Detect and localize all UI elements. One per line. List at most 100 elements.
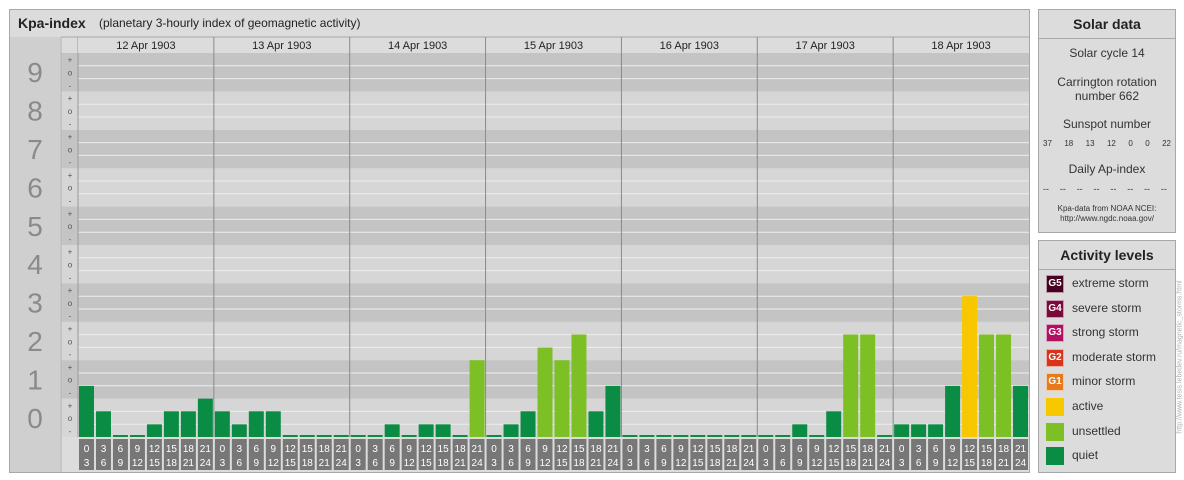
interval-end-label: 21: [862, 458, 874, 469]
kp-bar: [979, 334, 995, 437]
interval-start-label: 15: [166, 444, 178, 455]
interval-end-label: 24: [1015, 458, 1027, 469]
interval-start-label: 12: [285, 444, 297, 455]
interval-start-label: 18: [726, 444, 738, 455]
interval-start-label: 9: [814, 444, 820, 455]
kp-bar: [79, 385, 94, 437]
legend-swatch: G3: [1046, 324, 1064, 343]
interval-start-label: 3: [101, 444, 107, 455]
kp-bar: [418, 424, 434, 437]
kp-bar: [384, 424, 400, 437]
kp-bar: [639, 435, 655, 437]
minor-tick-label: +: [68, 171, 73, 180]
kp-bar: [435, 424, 451, 437]
interval-start-label: 3: [916, 444, 922, 455]
minor-tick-label: o: [68, 68, 73, 77]
kp-bar: [248, 411, 264, 437]
kp-bar: [928, 424, 944, 437]
interval-end-label: 21: [590, 458, 602, 469]
interval-end-label: 12: [947, 458, 959, 469]
ap-value: --: [1160, 184, 1167, 194]
ap-title: Daily Ap-index: [1068, 162, 1146, 176]
minor-tick-label: o: [68, 107, 73, 116]
interval-end-label: 24: [743, 458, 755, 469]
kp-bar: [843, 334, 859, 437]
interval-start-label: 21: [879, 444, 891, 455]
interval-start-label: 12: [692, 444, 704, 455]
kp-bar: [571, 334, 587, 437]
interval-end-label: 21: [319, 458, 331, 469]
interval-start-label: 18: [183, 444, 195, 455]
minor-tick-label: o: [68, 145, 73, 154]
level-band: [61, 91, 1029, 130]
interval-start-label: 9: [950, 444, 956, 455]
legend-label: active: [1072, 399, 1104, 413]
kp-bar: [112, 435, 128, 437]
legend-label: severe storm: [1072, 300, 1142, 315]
kp-bar: [605, 385, 621, 437]
legend-item-severe-storm: G4 severe storm: [1046, 299, 1174, 318]
minor-tick-label: +: [68, 324, 73, 333]
interval-end-label: 15: [556, 458, 568, 469]
day-label: 13 Apr 1903: [252, 40, 311, 52]
interval-end-label: 9: [525, 458, 531, 469]
sunspot-value: 22: [1162, 139, 1171, 148]
interval-end-label: 24: [336, 458, 348, 469]
interval-end-label: 24: [879, 458, 891, 469]
kp-bar: [503, 424, 519, 437]
interval-end-label: 21: [183, 458, 195, 469]
day-label: 16 Apr 1903: [660, 40, 719, 52]
interval-start-label: 18: [998, 444, 1010, 455]
interval-start-label: 6: [389, 444, 395, 455]
y-tick-label: 9: [27, 57, 43, 88]
interval-start-label: 21: [1015, 444, 1027, 455]
kp-bar: [554, 360, 570, 437]
kp-bar: [894, 424, 910, 437]
minor-tick-label: -: [69, 235, 72, 244]
kp-bar: [758, 435, 774, 437]
interval-end-label: 15: [692, 458, 704, 469]
legend-swatch: [1046, 447, 1064, 466]
sunspot-value: 0: [1128, 139, 1133, 148]
interval-end-label: 6: [916, 458, 922, 469]
carrington-line-1: Carrington rotation: [1057, 75, 1157, 89]
ap-value: --: [1127, 184, 1134, 194]
kp-bar: [197, 398, 213, 437]
ap-value: --: [1144, 184, 1151, 194]
minor-tick-label: +: [68, 286, 73, 295]
interval-start-label: 12: [149, 444, 161, 455]
kp-bar: [724, 435, 740, 437]
interval-end-label: 15: [421, 458, 433, 469]
kp-bar: [945, 385, 961, 437]
ap-value: --: [1076, 184, 1083, 194]
minor-tick-label: o: [68, 260, 73, 269]
minor-tick-label: o: [68, 184, 73, 193]
interval-end-label: 15: [149, 458, 161, 469]
sunspot-values: 37 18 13 12 0 0 22: [1043, 139, 1171, 148]
interval-end-label: 21: [455, 458, 467, 469]
sunspot-value: 12: [1106, 139, 1116, 148]
minor-tick-label: +: [68, 94, 73, 103]
legend-label: moderate storm: [1072, 349, 1157, 364]
kp-bar: [622, 435, 638, 437]
legend-label: minor storm: [1072, 374, 1136, 389]
kp-bar: [146, 424, 162, 437]
interval-start-label: 18: [319, 444, 331, 455]
interval-end-label: 6: [372, 458, 378, 469]
minor-tick-label: +: [68, 132, 73, 141]
interval-start-label: 3: [780, 444, 786, 455]
interval-end-label: 12: [675, 458, 687, 469]
interval-start-label: 6: [933, 444, 939, 455]
level-band: [61, 245, 1029, 284]
interval-end-label: 9: [254, 458, 260, 469]
legend-item-moderate-storm: G2 moderate storm: [1046, 348, 1174, 367]
interval-start-label: 12: [556, 444, 568, 455]
minor-tick-label: o: [68, 414, 73, 423]
kp-bar: [486, 435, 502, 437]
interval-end-label: 18: [709, 458, 721, 469]
interval-end-label: 9: [661, 458, 667, 469]
legend-label: extreme storm: [1072, 276, 1149, 290]
interval-end-label: 18: [302, 458, 314, 469]
source-line-1: Kpa-data from NOAA NCEI:: [1057, 204, 1157, 213]
kp-bar: [792, 424, 808, 437]
